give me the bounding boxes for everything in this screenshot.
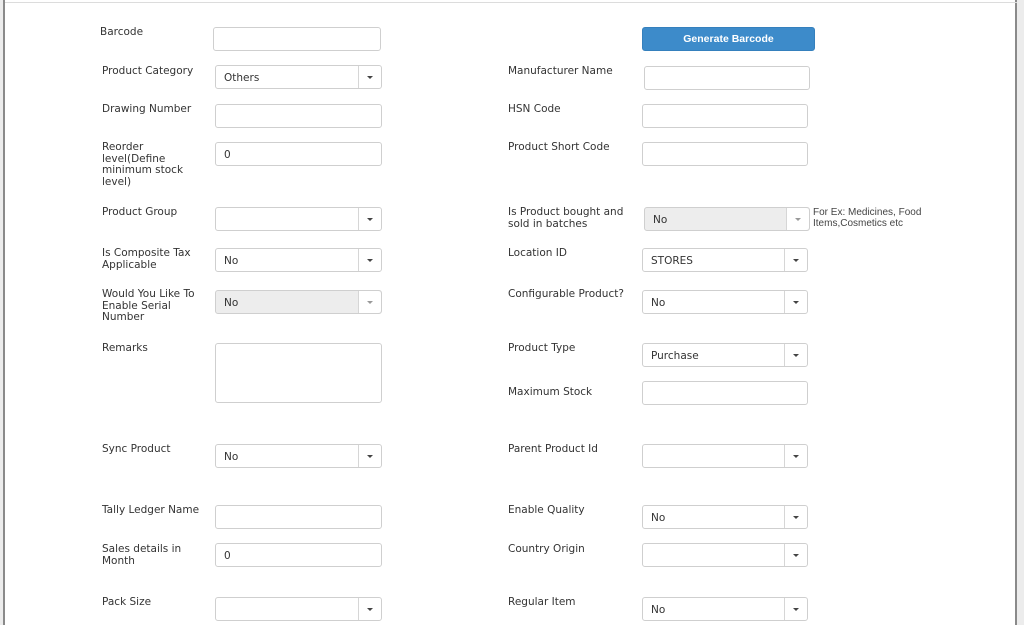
chevron-down-icon [784, 291, 807, 313]
manufacturer-name-label: Manufacturer Name [508, 65, 613, 77]
hsn-code-input[interactable] [642, 104, 808, 128]
barcode-label: Barcode [100, 26, 144, 38]
product-short-code-input[interactable] [642, 142, 808, 166]
regular-item-select[interactable]: No [642, 597, 808, 621]
chevron-down-icon [358, 445, 381, 467]
tally-ledger-input[interactable] [215, 505, 382, 529]
chevron-down-icon [784, 249, 807, 271]
chevron-down-icon [358, 598, 381, 620]
configurable-product-label: Configurable Product? [508, 288, 624, 300]
generate-barcode-button[interactable]: Generate Barcode [642, 27, 815, 51]
enable-quality-select[interactable]: No [642, 505, 808, 529]
chevron-down-icon [358, 249, 381, 271]
batches-hint: For Ex: Medicines, Food Items,Cosmetics … [813, 207, 922, 229]
chevron-down-icon [784, 598, 807, 620]
product-category-label: Product Category [102, 65, 194, 77]
composite-tax-select[interactable]: No [215, 248, 382, 272]
barcode-input[interactable] [213, 27, 381, 51]
regular-item-label: Regular Item [508, 596, 576, 608]
product-type-select[interactable]: Purchase [642, 343, 808, 367]
sync-product-select[interactable]: No [215, 444, 382, 468]
product-short-code-label: Product Short Code [508, 141, 610, 153]
product-group-label: Product Group [102, 206, 178, 218]
parent-product-id-label: Parent Product Id [508, 443, 598, 455]
reorder-level-label: Reorder level(Define minimum stock level… [102, 141, 184, 188]
chevron-down-icon [784, 445, 807, 467]
remarks-textarea[interactable] [215, 343, 382, 403]
chevron-down-icon [784, 544, 807, 566]
serial-number-select[interactable]: No [215, 290, 382, 314]
tally-ledger-label: Tally Ledger Name [102, 504, 200, 516]
maximum-stock-label: Maximum Stock [508, 386, 593, 398]
batches-label: Is Product bought and sold in batches [508, 206, 624, 230]
reorder-level-input[interactable]: 0 [215, 142, 382, 166]
composite-tax-label: Is Composite Tax Applicable [102, 247, 191, 271]
sales-details-input[interactable]: 0 [215, 543, 382, 567]
pack-size-label: Pack Size [102, 596, 152, 608]
sales-details-label: Sales details in Month [102, 543, 182, 567]
product-category-select[interactable]: Others [215, 65, 382, 89]
configurable-product-select[interactable]: No [642, 290, 808, 314]
chevron-down-icon [358, 208, 381, 230]
batches-select[interactable]: No [644, 207, 810, 231]
chevron-down-icon [784, 344, 807, 366]
product-group-select[interactable] [215, 207, 382, 231]
maximum-stock-input[interactable] [642, 381, 808, 405]
drawing-number-label: Drawing Number [102, 103, 192, 115]
parent-product-id-select[interactable] [642, 444, 808, 468]
serial-number-label: Would You Like To Enable Serial Number [102, 288, 195, 323]
chevron-down-icon [358, 291, 381, 313]
chevron-down-icon [784, 506, 807, 528]
top-divider [5, 2, 1017, 3]
chevron-down-icon [786, 208, 809, 230]
hsn-code-label: HSN Code [508, 103, 561, 115]
location-id-select[interactable]: STORES [642, 248, 808, 272]
country-origin-select[interactable] [642, 543, 808, 567]
chevron-down-icon [358, 66, 381, 88]
location-id-label: Location ID [508, 247, 567, 259]
remarks-label: Remarks [102, 342, 148, 354]
drawing-number-input[interactable] [215, 104, 382, 128]
sync-product-label: Sync Product [102, 443, 171, 455]
enable-quality-label: Enable Quality [508, 504, 585, 516]
manufacturer-name-input[interactable] [644, 66, 810, 90]
product-type-label: Product Type [508, 342, 576, 354]
pack-size-select[interactable] [215, 597, 382, 621]
country-origin-label: Country Origin [508, 543, 585, 555]
